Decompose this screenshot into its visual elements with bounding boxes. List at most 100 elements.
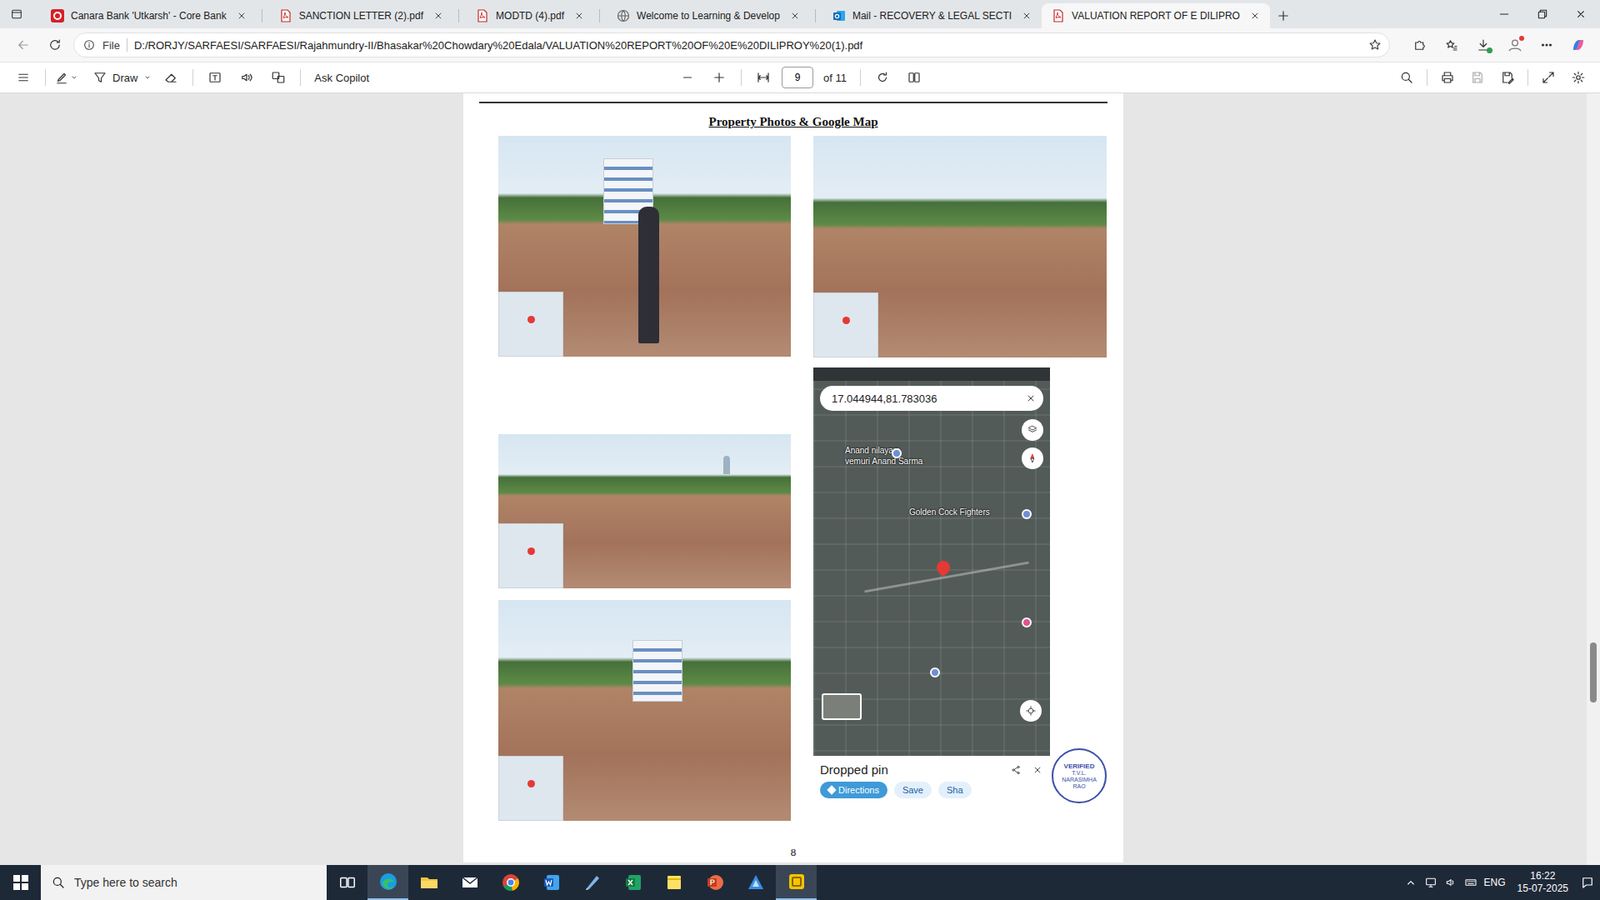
tab-actions-button[interactable] (0, 0, 34, 29)
restore-icon[interactable] (1535, 7, 1550, 21)
read-aloud-button-icon[interactable] (239, 70, 255, 85)
restore-button[interactable] (1523, 0, 1562, 29)
erase-button[interactable] (157, 64, 185, 91)
tab-close-button[interactable] (1018, 7, 1035, 25)
find-button-icon[interactable] (1399, 70, 1415, 85)
contents-button[interactable] (10, 64, 37, 91)
taskbar-app[interactable] (735, 865, 776, 900)
sticky-icon[interactable] (664, 872, 685, 893)
yellow-app-icon[interactable] (786, 871, 807, 892)
search-icon[interactable] (50, 875, 66, 890)
locate-button[interactable] (1020, 700, 1042, 722)
zoom-in-button-icon[interactable] (711, 70, 727, 85)
rotate-button[interactable] (869, 64, 896, 91)
browser-tab[interactable]: Mail - RECOVERY & LEGAL SECTI (822, 3, 1042, 29)
copilot-button[interactable] (1565, 31, 1592, 59)
tab-close-button[interactable] (233, 7, 250, 25)
fullscreen-button-icon[interactable] (1540, 70, 1556, 85)
plus-icon[interactable] (1275, 8, 1291, 24)
url-text[interactable]: D:/RORJY/SARFAESI/SARFAESI/Rajahmundry-I… (134, 39, 1361, 52)
text-box-button-icon[interactable] (207, 70, 223, 85)
close-icon[interactable] (1574, 7, 1588, 21)
refresh-button-icon[interactable] (47, 37, 63, 53)
print-button-icon[interactable] (1440, 70, 1455, 85)
tab-title[interactable]: Mail - RECOVERY & LEGAL SECTI (852, 10, 1012, 22)
clock[interactable]: 16:2215-07-2025 (1512, 870, 1574, 895)
extensions-button-icon[interactable] (1412, 37, 1428, 53)
minimize-icon[interactable] (1497, 7, 1511, 21)
text-box-button[interactable] (201, 64, 229, 91)
taskbar-app[interactable] (653, 865, 695, 900)
map-search-field[interactable]: 17.044944,81.783036 (820, 385, 1044, 411)
taskbar-app[interactable] (449, 865, 490, 900)
contents-button-icon[interactable] (15, 70, 31, 85)
network-icon[interactable] (1424, 875, 1438, 890)
fit-width-button[interactable] (750, 64, 777, 91)
notifications-icon[interactable] (1580, 875, 1595, 890)
favorite-star-icon[interactable] (1367, 37, 1383, 53)
new-tab-button[interactable] (1270, 3, 1297, 29)
close-icon[interactable] (1031, 764, 1044, 776)
taskbar-app[interactable] (530, 865, 572, 900)
taskbar-app[interactable] (571, 865, 613, 900)
translate-button-icon[interactable] (270, 70, 286, 85)
map-action-button[interactable]: Sha (938, 781, 972, 799)
locate-icon[interactable] (1025, 705, 1037, 717)
zoom-out-button-icon[interactable] (680, 70, 695, 85)
translate-button[interactable] (265, 64, 292, 91)
tab-close-button[interactable] (570, 7, 588, 25)
taskbar-app[interactable] (694, 865, 735, 900)
action-label[interactable]: Directions (838, 785, 880, 795)
taskbar-app[interactable] (367, 865, 409, 900)
ask-copilot-button[interactable]: Ask Copilot (309, 71, 375, 85)
back-button[interactable] (10, 31, 37, 59)
show-hidden-icon[interactable] (1404, 875, 1418, 890)
tab-title[interactable]: VALUATION REPORT OF E DILIPRO (1071, 10, 1240, 22)
page-view-button[interactable] (900, 64, 928, 91)
extensions-button[interactable] (1406, 31, 1434, 59)
taskbar-app[interactable] (612, 865, 654, 900)
tab-close-button[interactable] (786, 7, 804, 25)
clear-icon[interactable] (1025, 392, 1037, 405)
close-icon[interactable] (789, 10, 801, 22)
save-button-icon[interactable] (1470, 70, 1485, 85)
chevron-icon[interactable] (142, 72, 153, 83)
save-button[interactable] (1464, 64, 1491, 91)
close-icon[interactable] (432, 10, 445, 22)
action-label[interactable]: Sha (946, 785, 964, 795)
find-button[interactable] (1393, 64, 1420, 91)
search-placeholder[interactable]: Type here to search (74, 875, 178, 890)
read-aloud-button[interactable] (233, 64, 260, 91)
start-button[interactable] (0, 865, 41, 900)
action-label[interactable]: Save (902, 785, 924, 795)
powerpoint-icon[interactable] (705, 872, 725, 893)
taskbar-app[interactable] (326, 865, 368, 900)
profile-button[interactable] (1501, 31, 1529, 59)
zoom-in-button[interactable] (705, 64, 733, 91)
print-button[interactable] (1434, 64, 1461, 91)
mail-icon[interactable] (460, 872, 480, 893)
chevron-icon[interactable] (69, 72, 80, 83)
browser-tab[interactable]: Welcome to Learning & Develop (606, 3, 823, 29)
taskview-icon[interactable] (337, 872, 358, 893)
url-field[interactable]: FileD:/RORJY/SARFAESI/SARFAESI/Rajahmund… (73, 32, 1390, 58)
edge-icon[interactable] (378, 871, 399, 892)
notepad-icon[interactable] (582, 872, 603, 893)
save-as-button[interactable] (1494, 64, 1521, 91)
favorites-button-icon[interactable] (1444, 37, 1460, 53)
browser-tab[interactable]: MODTD (4).pdf (465, 3, 607, 29)
erase-button-icon[interactable] (163, 70, 179, 85)
close-icon[interactable] (1020, 10, 1033, 22)
more-button-icon[interactable] (1539, 37, 1555, 53)
favorites-button[interactable] (1438, 31, 1465, 59)
explorer-icon[interactable] (419, 872, 440, 893)
tab-close-button[interactable] (1246, 7, 1264, 25)
keyboard-icon[interactable] (1464, 875, 1478, 890)
draw-button[interactable]: Draw (92, 70, 153, 85)
layers-icon[interactable] (1026, 424, 1039, 436)
minimize-button[interactable] (1485, 0, 1524, 29)
close-icon[interactable] (235, 10, 248, 22)
share-icon[interactable] (1010, 764, 1022, 776)
draw-label[interactable]: Draw (107, 71, 143, 85)
scroll-thumb[interactable] (1590, 642, 1597, 703)
